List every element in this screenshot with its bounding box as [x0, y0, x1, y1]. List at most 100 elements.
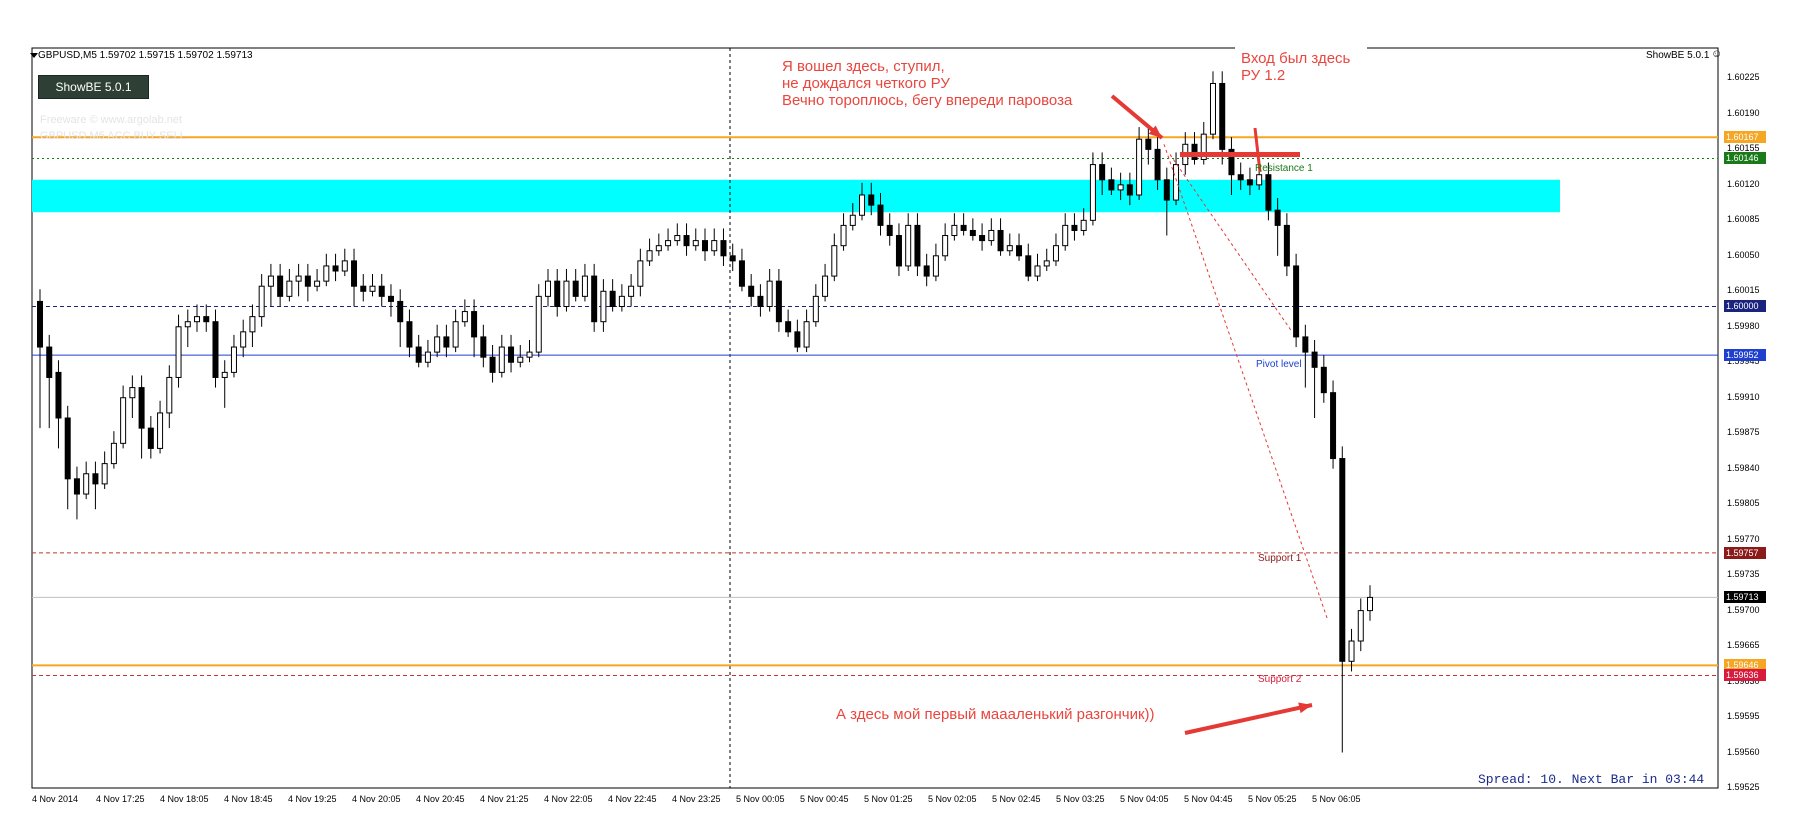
price-tick-label: 1.59910 — [1727, 391, 1760, 402]
candle-body — [1191, 143, 1198, 161]
price-tick-label: 1.60225 — [1727, 72, 1760, 83]
candle-body — [766, 280, 773, 307]
price-tick-label: 1.59560 — [1727, 746, 1760, 757]
candle-body — [360, 285, 367, 292]
candle-body — [1265, 174, 1272, 211]
candle-body — [738, 260, 745, 287]
candle-body — [1237, 174, 1244, 181]
candle-body — [304, 275, 311, 287]
price-tick-label: 1.60085 — [1727, 214, 1760, 225]
candle-body — [951, 224, 958, 237]
time-tick-label: 5 Nov 02:05 — [928, 794, 977, 804]
candle-body — [341, 260, 348, 272]
price-tag: 1.59757 — [1724, 546, 1766, 559]
time-tick-label: 4 Nov 19:25 — [288, 794, 337, 804]
candle-body — [1357, 610, 1364, 642]
candle-body — [960, 224, 967, 231]
candle-body — [212, 321, 219, 378]
candle-body — [812, 295, 819, 323]
candle-body — [489, 356, 496, 373]
candle-body — [286, 280, 293, 297]
candle-body — [517, 356, 524, 363]
candle-body — [757, 295, 764, 307]
candle-body — [1283, 224, 1290, 267]
candle-body — [120, 397, 127, 444]
time-tick-label: 4 Nov 22:05 — [544, 794, 593, 804]
candle-body — [1062, 224, 1069, 247]
candle-body — [166, 376, 173, 414]
candle-body — [230, 346, 237, 373]
price-tick-label: 1.59735 — [1727, 569, 1760, 580]
candle-body — [1209, 82, 1216, 135]
candle-body — [1302, 336, 1309, 353]
candle-body — [110, 442, 117, 465]
annotation-note-entry: Я вошел здесь, ступил, не дождался четко… — [776, 54, 1104, 122]
candle-body — [46, 346, 53, 378]
candle-body — [702, 240, 708, 252]
time-tick-label: 4 Nov 21:25 — [480, 794, 529, 804]
candle-body — [434, 336, 441, 353]
price-tick-label: 1.59700 — [1727, 604, 1760, 615]
candle-body — [1108, 179, 1115, 191]
price-tag: 1.60146 — [1724, 152, 1766, 165]
price-tick-label: 1.59525 — [1727, 782, 1760, 792]
time-tick-label: 4 Nov 22:45 — [608, 794, 657, 804]
candle-body — [498, 346, 505, 373]
time-tick-label: 4 Nov 18:45 — [224, 794, 273, 804]
candle-body — [886, 224, 893, 237]
price-tick-label: 1.59665 — [1727, 640, 1760, 651]
candle-body — [563, 280, 570, 307]
candle-body — [203, 316, 210, 323]
candle-body — [923, 265, 930, 277]
candle-body — [508, 346, 515, 363]
candle-body — [194, 316, 201, 323]
candle-body — [997, 229, 1004, 252]
candle-body — [83, 473, 90, 495]
cyan-zone — [32, 179, 1560, 213]
candle-body — [803, 321, 810, 348]
price-tag: 1.59636 — [1724, 669, 1766, 682]
symbol-dropdown-icon[interactable] — [30, 53, 38, 58]
candle-body — [258, 285, 265, 318]
candle-body — [692, 240, 699, 247]
note-line: Вход был здесь — [1241, 50, 1351, 67]
candle-body — [452, 321, 459, 348]
time-tick-label: 5 Nov 03:25 — [1056, 794, 1105, 804]
candle-body — [1339, 458, 1346, 662]
candle-body — [37, 300, 43, 348]
candle-body — [397, 300, 404, 323]
candle-body — [369, 285, 376, 292]
candle-body — [914, 224, 921, 267]
candle-body — [1006, 245, 1013, 252]
note-line: Я вошел здесь, ступил, — [782, 58, 945, 75]
candle-body — [1246, 179, 1253, 186]
candle-body — [988, 229, 995, 242]
candle-body — [1219, 82, 1226, 150]
price-tag: 1.60167 — [1724, 131, 1766, 144]
showbe-button[interactable]: ShowBE 5.0.1 — [38, 75, 149, 99]
candle-body — [581, 275, 588, 297]
candle-body — [1311, 351, 1318, 368]
time-tick-label: 5 Nov 06:05 — [1312, 794, 1361, 804]
spread-info: Spread: 10. Next Bar in 03:44 — [1478, 772, 1705, 787]
price-tick-label: 1.59805 — [1727, 498, 1760, 509]
candle-body — [895, 235, 902, 267]
candle-body — [1016, 245, 1023, 257]
price-tick-label: 1.59595 — [1727, 711, 1760, 722]
candle-body — [665, 240, 672, 247]
candle-body — [1043, 260, 1050, 267]
candle-body — [711, 240, 718, 252]
note-line: Вечно тороплюсь, бегу впереди паровоза — [782, 92, 1073, 109]
candle-body — [64, 417, 71, 480]
price-tag: 1.60000 — [1724, 300, 1766, 313]
candle-body — [406, 321, 413, 348]
candle-body — [1320, 366, 1327, 394]
candle-body — [157, 412, 164, 449]
candle-body — [646, 250, 653, 262]
candle-body — [295, 275, 302, 282]
candle-body — [544, 280, 551, 297]
candle-body — [314, 280, 321, 287]
candle-body — [249, 316, 256, 333]
candle-body — [1173, 164, 1180, 201]
candle-body — [618, 295, 625, 307]
